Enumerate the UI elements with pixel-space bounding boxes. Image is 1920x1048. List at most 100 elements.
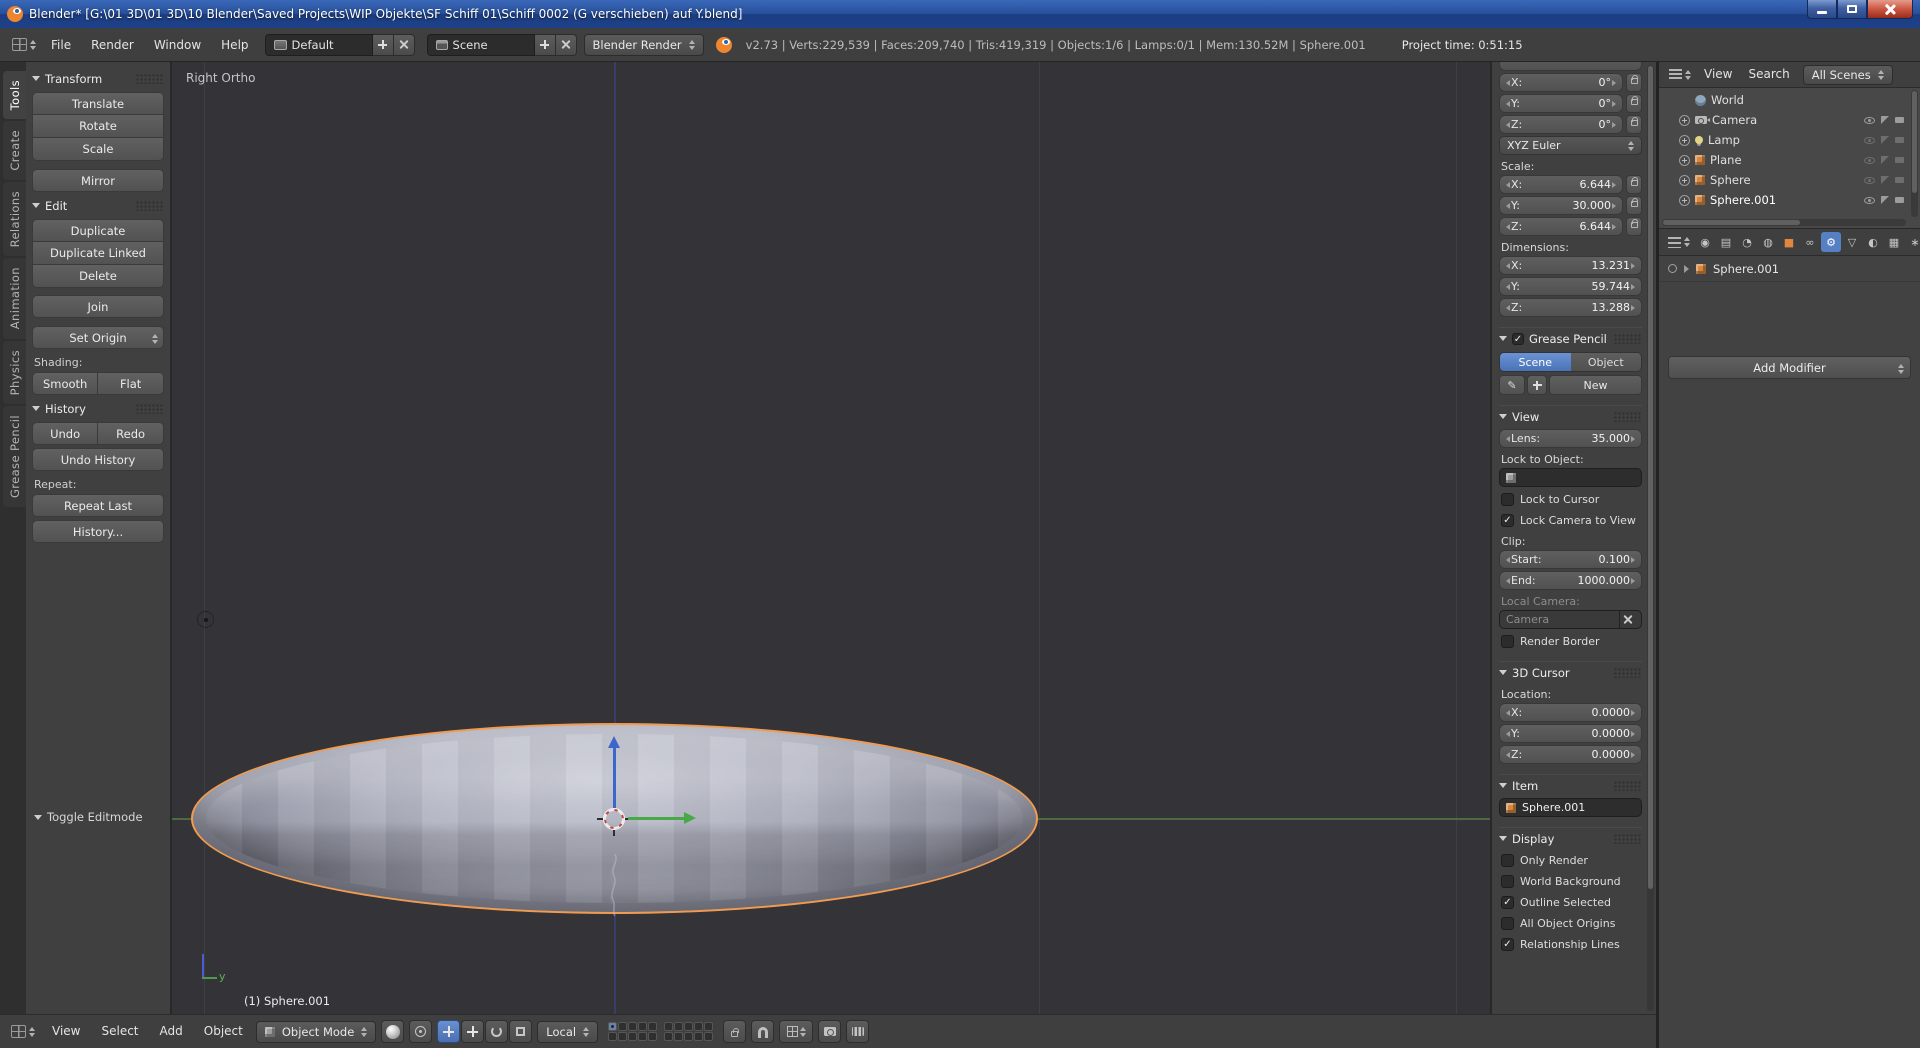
repeat-history-button[interactable]: History... [32, 520, 164, 543]
dimensions-y-field[interactable]: Y: 59.744 [1499, 277, 1642, 296]
outliner-item-world[interactable]: World [1659, 90, 1920, 110]
panel-item-header[interactable]: Item [1499, 774, 1642, 796]
pin-icon[interactable] [1668, 264, 1677, 273]
expand-icon[interactable] [1679, 194, 1690, 206]
outliner-display-mode-dropdown[interactable]: All Scenes [1802, 64, 1893, 85]
local-camera-field[interactable]: Camera [1499, 610, 1642, 629]
gp-draw-button[interactable] [1499, 375, 1525, 395]
editor-type-3dview-button[interactable] [7, 1022, 39, 1042]
manipulator-z-arrow[interactable] [613, 748, 616, 808]
tab-physics[interactable]: Physics [3, 340, 26, 404]
panel-grease-pencil-header[interactable]: ✓ Grease Pencil [1499, 327, 1642, 349]
undo-history-button[interactable]: Undo History [32, 448, 164, 471]
option-outline-selected[interactable]: ✓ Outline Selected [1501, 892, 1640, 912]
layer-16[interactable] [664, 1032, 674, 1041]
add-screen-layout-button[interactable] [372, 33, 394, 56]
expand-icon[interactable] [1679, 114, 1690, 126]
panel-grip[interactable] [1614, 833, 1642, 844]
add-modifier-dropdown[interactable]: Add Modifier [1668, 356, 1911, 379]
render-engine-dropdown[interactable]: Blender Render [583, 33, 704, 56]
manipulator-z-arrowhead[interactable] [608, 736, 620, 748]
layer-5[interactable] [648, 1022, 658, 1031]
outliner-item-sphere-001[interactable]: Sphere.001 [1659, 190, 1920, 210]
scale-z-lock[interactable] [1626, 217, 1642, 236]
translate-button[interactable]: Translate [32, 92, 164, 115]
option-relationship-lines[interactable]: ✓ Relationship Lines [1501, 934, 1640, 954]
layer-11[interactable] [608, 1032, 618, 1041]
opengl-render-still-button[interactable] [818, 1020, 842, 1043]
mirror-button[interactable]: Mirror [32, 169, 164, 192]
menu-select[interactable]: Select [93, 1015, 146, 1048]
outliner-vscrollbar[interactable] [1911, 90, 1918, 217]
tab-grease-pencil[interactable]: Grease Pencil [3, 405, 26, 508]
tab-create[interactable]: Create [3, 121, 26, 180]
undo-button[interactable]: Undo [32, 422, 99, 445]
layer-1[interactable] [608, 1022, 618, 1031]
layer-8[interactable] [684, 1022, 694, 1031]
panel-transform-header[interactable]: Transform [32, 68, 164, 89]
manipulator-y-arrow[interactable] [628, 817, 684, 820]
panel-history-header[interactable]: History [32, 398, 164, 419]
rotate-manipulator-button[interactable] [485, 1020, 509, 1043]
maximize-button[interactable] [1837, 0, 1867, 19]
layer-12[interactable] [618, 1032, 628, 1041]
gp-add-layer-button[interactable] [1527, 375, 1547, 395]
layer-9[interactable] [694, 1022, 704, 1031]
scale-z-field[interactable]: Z: 6.644 [1499, 217, 1623, 236]
rotation-x-lock[interactable] [1626, 73, 1642, 92]
join-button[interactable]: Join [32, 295, 164, 318]
menu-view[interactable]: View [44, 1015, 88, 1048]
tab-tools[interactable]: Tools [3, 71, 26, 120]
selectability-icon[interactable] [1881, 196, 1889, 204]
lamp-object[interactable] [197, 611, 214, 628]
renderability-icon[interactable] [1895, 117, 1904, 123]
renderability-icon[interactable] [1895, 137, 1904, 143]
tab-particles-icon[interactable]: ∗ [1905, 232, 1920, 252]
rotate-button[interactable]: Rotate [32, 115, 164, 138]
selectability-icon[interactable] [1881, 136, 1889, 144]
visibility-icon[interactable] [1864, 176, 1875, 184]
clip-end-field[interactable]: End: 1000.000 [1499, 571, 1642, 590]
scale-x-lock[interactable] [1626, 175, 1642, 194]
delete-screen-layout-button[interactable] [393, 33, 415, 56]
viewport-3d[interactable]: Right Ortho y (1) Sphere.001 [172, 62, 1490, 1014]
visibility-icon[interactable] [1864, 116, 1875, 124]
scrollbar-thumb[interactable] [1663, 220, 1800, 225]
outliner-item-lamp[interactable]: Lamp [1659, 130, 1920, 150]
item-name-field[interactable]: Sphere.001 [1499, 798, 1642, 817]
panel-edit-header[interactable]: Edit [32, 195, 164, 216]
duplicate-button[interactable]: Duplicate [32, 219, 164, 242]
clip-start-field[interactable]: Start: 0.100 [1499, 550, 1642, 569]
panel-grip[interactable] [1614, 780, 1642, 791]
rotation-y-field[interactable]: Y: 0° [1499, 94, 1623, 113]
layer-18[interactable] [684, 1032, 694, 1041]
layer-7[interactable] [674, 1022, 684, 1031]
layer-4[interactable] [638, 1022, 648, 1031]
close-button[interactable] [1867, 0, 1913, 19]
gp-new-button[interactable]: New [1549, 375, 1642, 395]
scale-button[interactable]: Scale [32, 138, 164, 161]
orientation-dropdown[interactable]: Local [537, 1020, 599, 1043]
panel-3d-cursor-header[interactable]: 3D Cursor [1499, 661, 1642, 683]
tab-texture-icon[interactable]: ▦ [1884, 232, 1904, 252]
option-only-render[interactable]: Only Render [1501, 850, 1640, 870]
repeat-last-button[interactable]: Repeat Last [32, 494, 164, 517]
renderability-icon[interactable] [1895, 197, 1904, 203]
translate-manipulator-button[interactable] [461, 1020, 485, 1043]
scale-manipulator-button[interactable] [509, 1020, 533, 1043]
rotation-y-lock[interactable] [1626, 94, 1642, 113]
outliner-item-sphere[interactable]: Sphere [1659, 170, 1920, 190]
panel-grip[interactable] [1614, 411, 1642, 422]
manipulator-center[interactable] [603, 808, 625, 830]
option-world-background[interactable]: World Background [1501, 871, 1640, 891]
tab-modifiers-icon[interactable]: ⚙ [1821, 232, 1841, 252]
scale-y-lock[interactable] [1626, 196, 1642, 215]
redo-button[interactable]: Redo [98, 422, 164, 445]
outliner-menu-view[interactable]: View [1697, 62, 1739, 87]
menu-help[interactable]: Help [212, 29, 257, 61]
selectability-icon[interactable] [1881, 156, 1889, 164]
layer-3[interactable] [628, 1022, 638, 1031]
renderability-icon[interactable] [1895, 177, 1904, 183]
cursor-x-field[interactable]: X: 0.0000 [1499, 703, 1642, 722]
screen-layout-selector[interactable]: Default [264, 33, 373, 56]
